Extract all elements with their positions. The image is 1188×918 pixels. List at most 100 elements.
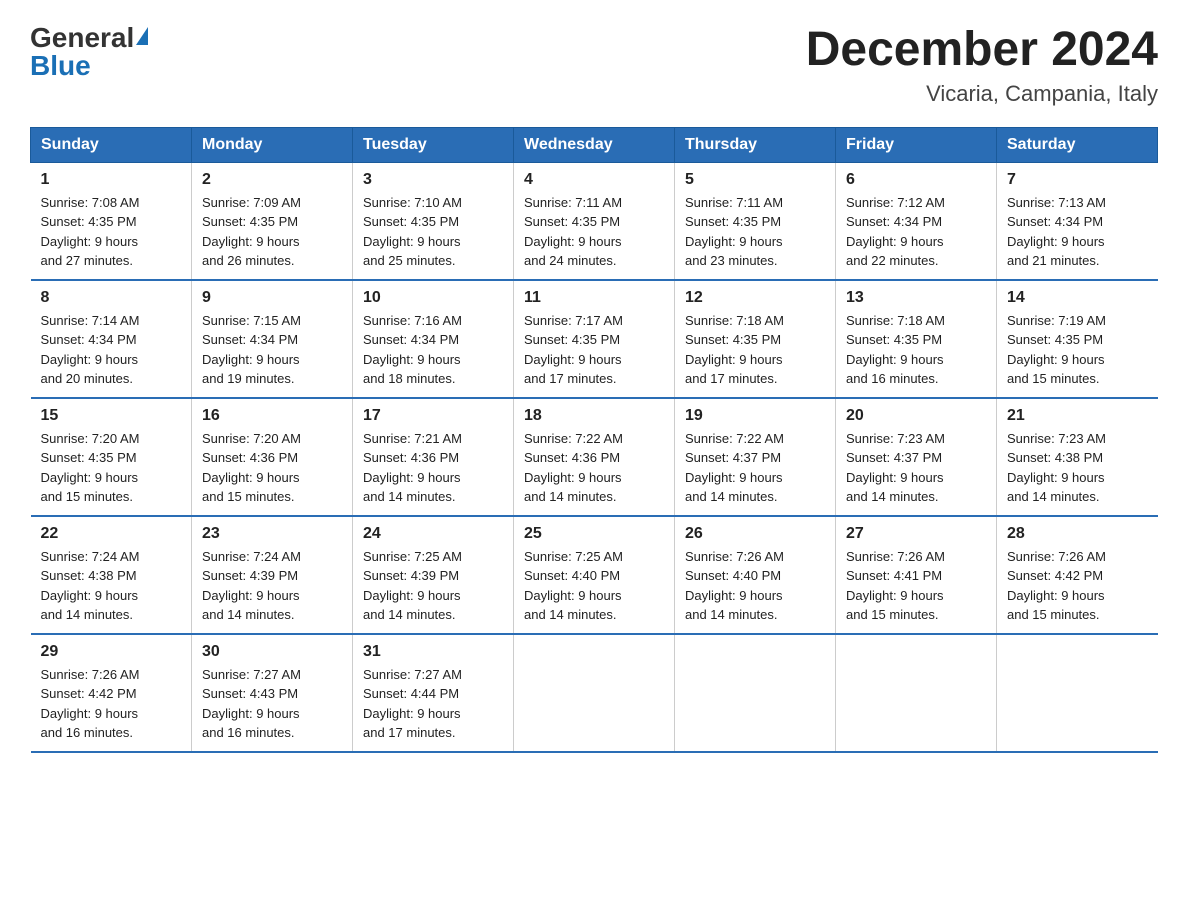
calendar-cell: 1 Sunrise: 7:08 AMSunset: 4:35 PMDaylight… (31, 162, 192, 280)
day-number: 22 (41, 525, 182, 543)
day-info: Sunrise: 7:08 AMSunset: 4:35 PMDaylight:… (41, 193, 182, 271)
calendar-week-row: 1 Sunrise: 7:08 AMSunset: 4:35 PMDaylight… (31, 162, 1158, 280)
calendar-cell: 22 Sunrise: 7:24 AMSunset: 4:38 PMDayligh… (31, 516, 192, 634)
logo-general: General (30, 24, 134, 52)
day-number: 12 (685, 289, 825, 307)
day-number: 27 (846, 525, 986, 543)
calendar-cell: 5Sunrise: 7:11 AMSunset: 4:35 PMDaylight… (675, 162, 836, 280)
header-wednesday: Wednesday (514, 127, 675, 162)
calendar-cell (836, 634, 997, 752)
day-number: 29 (41, 643, 182, 661)
day-info: Sunrise: 7:24 AMSunset: 4:39 PMDaylight:… (202, 547, 342, 625)
day-number: 4 (524, 171, 664, 189)
calendar-cell: 9 Sunrise: 7:15 AMSunset: 4:34 PMDaylight… (192, 280, 353, 398)
day-info: Sunrise: 7:26 AMSunset: 4:42 PMDaylight:… (41, 665, 182, 743)
day-number: 25 (524, 525, 664, 543)
day-number: 19 (685, 407, 825, 425)
day-info: Sunrise: 7:18 AMSunset: 4:35 PMDaylight:… (846, 311, 986, 389)
day-info: Sunrise: 7:15 AMSunset: 4:34 PMDaylight:… (202, 311, 342, 389)
day-number: 1 (41, 171, 182, 189)
calendar-cell: 17 Sunrise: 7:21 AMSunset: 4:36 PMDayligh… (353, 398, 514, 516)
calendar-cell: 13 Sunrise: 7:18 AMSunset: 4:35 PMDayligh… (836, 280, 997, 398)
day-info: Sunrise: 7:17 AMSunset: 4:35 PMDaylight:… (524, 311, 664, 389)
day-info: Sunrise: 7:14 AMSunset: 4:34 PMDaylight:… (41, 311, 182, 389)
day-number: 20 (846, 407, 986, 425)
day-info: Sunrise: 7:10 AMSunset: 4:35 PMDaylight:… (363, 193, 503, 271)
day-info: Sunrise: 7:13 AMSunset: 4:34 PMDaylight:… (1007, 193, 1148, 271)
day-info: Sunrise: 7:26 AMSunset: 4:42 PMDaylight:… (1007, 547, 1148, 625)
day-number: 9 (202, 289, 342, 307)
day-info: Sunrise: 7:25 AMSunset: 4:40 PMDaylight:… (524, 547, 664, 625)
day-info: Sunrise: 7:24 AMSunset: 4:38 PMDaylight:… (41, 547, 182, 625)
calendar-header-row: SundayMondayTuesdayWednesdayThursdayFrid… (31, 127, 1158, 162)
day-number: 28 (1007, 525, 1148, 543)
calendar-cell: 8 Sunrise: 7:14 AMSunset: 4:34 PMDaylight… (31, 280, 192, 398)
day-info: Sunrise: 7:22 AMSunset: 4:37 PMDaylight:… (685, 429, 825, 507)
calendar-cell: 16 Sunrise: 7:20 AMSunset: 4:36 PMDayligh… (192, 398, 353, 516)
day-info: Sunrise: 7:11 AMSunset: 4:35 PMDaylight:… (524, 193, 664, 271)
day-number: 17 (363, 407, 503, 425)
calendar-cell: 30 Sunrise: 7:27 AMSunset: 4:43 PMDayligh… (192, 634, 353, 752)
day-number: 23 (202, 525, 342, 543)
day-info: Sunrise: 7:25 AMSunset: 4:39 PMDaylight:… (363, 547, 503, 625)
calendar-cell (514, 634, 675, 752)
calendar-cell: 21 Sunrise: 7:23 AMSunset: 4:38 PMDayligh… (997, 398, 1158, 516)
day-number: 18 (524, 407, 664, 425)
calendar-week-row: 22 Sunrise: 7:24 AMSunset: 4:38 PMDayligh… (31, 516, 1158, 634)
calendar-cell: 3 Sunrise: 7:10 AMSunset: 4:35 PMDaylight… (353, 162, 514, 280)
calendar-cell: 12Sunrise: 7:18 AMSunset: 4:35 PMDayligh… (675, 280, 836, 398)
day-number: 31 (363, 643, 503, 661)
calendar-table: SundayMondayTuesdayWednesdayThursdayFrid… (30, 127, 1158, 753)
calendar-cell: 28 Sunrise: 7:26 AMSunset: 4:42 PMDayligh… (997, 516, 1158, 634)
day-number: 26 (685, 525, 825, 543)
calendar-week-row: 8 Sunrise: 7:14 AMSunset: 4:34 PMDaylight… (31, 280, 1158, 398)
calendar-cell: 11Sunrise: 7:17 AMSunset: 4:35 PMDayligh… (514, 280, 675, 398)
day-number: 21 (1007, 407, 1148, 425)
day-info: Sunrise: 7:16 AMSunset: 4:34 PMDaylight:… (363, 311, 503, 389)
day-number: 16 (202, 407, 342, 425)
day-info: Sunrise: 7:09 AMSunset: 4:35 PMDaylight:… (202, 193, 342, 271)
calendar-cell: 23 Sunrise: 7:24 AMSunset: 4:39 PMDayligh… (192, 516, 353, 634)
day-info: Sunrise: 7:23 AMSunset: 4:38 PMDaylight:… (1007, 429, 1148, 507)
day-info: Sunrise: 7:19 AMSunset: 4:35 PMDaylight:… (1007, 311, 1148, 389)
calendar-cell: 19 Sunrise: 7:22 AMSunset: 4:37 PMDayligh… (675, 398, 836, 516)
calendar-cell: 24 Sunrise: 7:25 AMSunset: 4:39 PMDayligh… (353, 516, 514, 634)
day-info: Sunrise: 7:12 AMSunset: 4:34 PMDaylight:… (846, 193, 986, 271)
day-number: 30 (202, 643, 342, 661)
day-number: 6 (846, 171, 986, 189)
calendar-cell: 6 Sunrise: 7:12 AMSunset: 4:34 PMDaylight… (836, 162, 997, 280)
location-subtitle: Vicaria, Campania, Italy (806, 81, 1158, 107)
header-tuesday: Tuesday (353, 127, 514, 162)
day-number: 24 (363, 525, 503, 543)
header-sunday: Sunday (31, 127, 192, 162)
header-monday: Monday (192, 127, 353, 162)
day-info: Sunrise: 7:27 AMSunset: 4:43 PMDaylight:… (202, 665, 342, 743)
calendar-cell (675, 634, 836, 752)
day-number: 3 (363, 171, 503, 189)
calendar-cell: 15 Sunrise: 7:20 AMSunset: 4:35 PMDayligh… (31, 398, 192, 516)
day-number: 5 (685, 171, 825, 189)
calendar-cell: 2Sunrise: 7:09 AMSunset: 4:35 PMDaylight… (192, 162, 353, 280)
calendar-cell: 26 Sunrise: 7:26 AMSunset: 4:40 PMDayligh… (675, 516, 836, 634)
day-number: 8 (41, 289, 182, 307)
day-number: 13 (846, 289, 986, 307)
calendar-cell: 25 Sunrise: 7:25 AMSunset: 4:40 PMDayligh… (514, 516, 675, 634)
calendar-cell: 18Sunrise: 7:22 AMSunset: 4:36 PMDayligh… (514, 398, 675, 516)
header-thursday: Thursday (675, 127, 836, 162)
day-info: Sunrise: 7:20 AMSunset: 4:36 PMDaylight:… (202, 429, 342, 507)
calendar-cell (997, 634, 1158, 752)
day-info: Sunrise: 7:26 AMSunset: 4:41 PMDaylight:… (846, 547, 986, 625)
day-info: Sunrise: 7:21 AMSunset: 4:36 PMDaylight:… (363, 429, 503, 507)
page-header: General Blue December 2024 Vicaria, Camp… (30, 24, 1158, 107)
calendar-cell: 29 Sunrise: 7:26 AMSunset: 4:42 PMDayligh… (31, 634, 192, 752)
calendar-week-row: 15 Sunrise: 7:20 AMSunset: 4:35 PMDayligh… (31, 398, 1158, 516)
day-info: Sunrise: 7:20 AMSunset: 4:35 PMDaylight:… (41, 429, 182, 507)
calendar-cell: 7Sunrise: 7:13 AMSunset: 4:34 PMDaylight… (997, 162, 1158, 280)
day-info: Sunrise: 7:26 AMSunset: 4:40 PMDaylight:… (685, 547, 825, 625)
calendar-week-row: 29 Sunrise: 7:26 AMSunset: 4:42 PMDayligh… (31, 634, 1158, 752)
calendar-cell: 27 Sunrise: 7:26 AMSunset: 4:41 PMDayligh… (836, 516, 997, 634)
calendar-cell: 14Sunrise: 7:19 AMSunset: 4:35 PMDayligh… (997, 280, 1158, 398)
day-number: 15 (41, 407, 182, 425)
logo: General Blue (30, 24, 148, 80)
header-friday: Friday (836, 127, 997, 162)
